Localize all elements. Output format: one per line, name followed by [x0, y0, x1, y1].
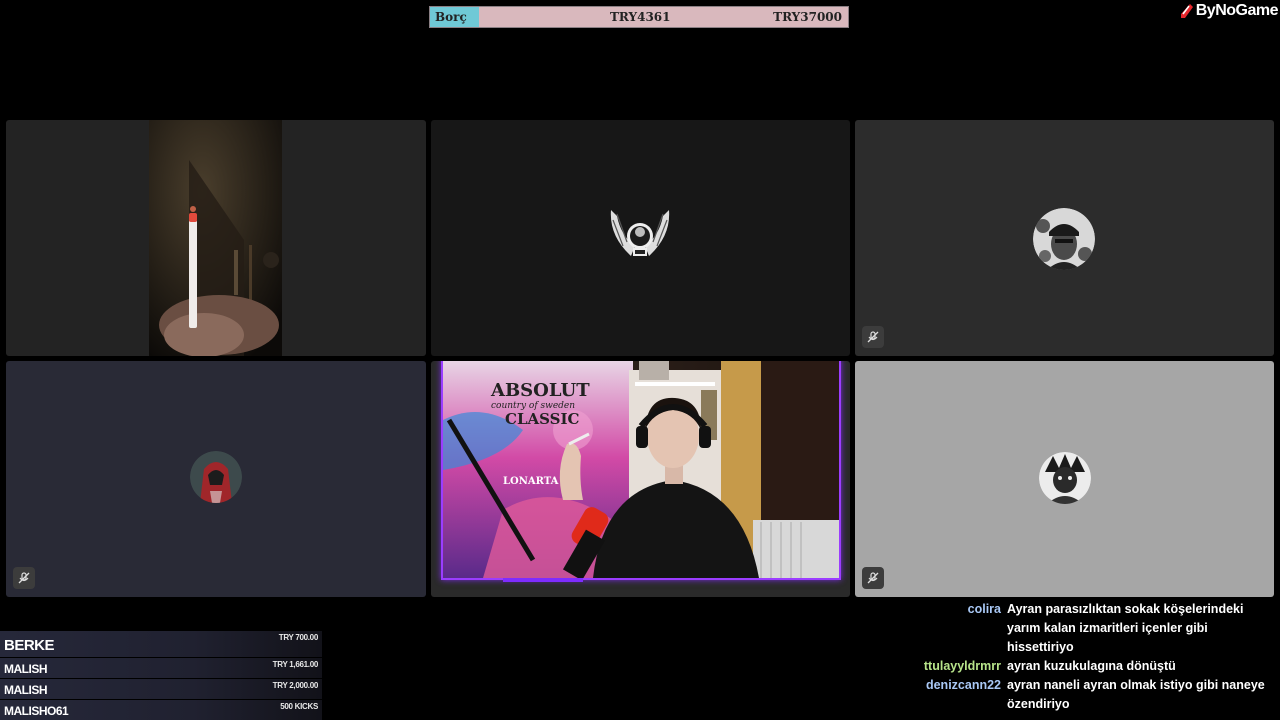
bynogame-logo: ByNoGame — [1180, 2, 1279, 20]
goal-label: Borç — [435, 10, 467, 24]
participant-tile-4[interactable] — [6, 361, 426, 597]
poster-text-3: CLASSIC — [505, 410, 579, 428]
chat-text: ayran naneli ayran olmak istiyo gibi nan… — [1007, 678, 1265, 711]
mic-muted-icon — [867, 572, 879, 584]
frame-accent-bottom — [503, 578, 583, 582]
anime-character-avatar — [1039, 452, 1091, 504]
chat-text: ayran kuzukulagına dönüştü — [1007, 659, 1176, 673]
donor-name: MALISHO61 — [4, 704, 69, 718]
mic-muted-button[interactable] — [862, 326, 884, 348]
participant-tile-3[interactable] — [855, 120, 1274, 356]
donation-row: BERKE TRY 700.00 — [0, 631, 322, 657]
debt-goal-bar: Borç TRY4361 TRY37000 — [429, 6, 849, 28]
winged-skull-avatar — [610, 210, 670, 256]
donor-name: BERKE — [4, 637, 55, 654]
mic-muted-icon — [18, 572, 30, 584]
mic-muted-button[interactable] — [13, 567, 35, 589]
donation-row: MALISHO61 500 KICKS — [0, 700, 322, 720]
mic-muted-icon — [867, 331, 879, 343]
chat-overlay: colira Ayran parasızlıktan sokak köşeler… — [900, 600, 1280, 714]
streamer-camera-frame: ABSOLUT country of sweden CLASSIC LONART… — [441, 361, 841, 582]
hooded-assassin-avatar — [190, 451, 242, 503]
donor-name: MALISH — [4, 683, 48, 697]
poster-text-1: ABSOLUT — [490, 380, 590, 401]
capped-man-avatar — [1033, 208, 1095, 270]
participant-camera-video — [149, 120, 282, 356]
chat-message: denizcann22 ayran naneli ayran olmak ist… — [900, 676, 1280, 714]
chat-username: denizcann22 — [925, 678, 1001, 692]
participant-tile-6[interactable] — [855, 361, 1274, 597]
mic-muted-button[interactable] — [862, 567, 884, 589]
donation-row: MALISH TRY 1,661.00 — [0, 658, 322, 678]
donation-amount: TRY 1,661.00 — [272, 660, 319, 669]
donation-amount: TRY 700.00 — [278, 633, 319, 642]
chat-username: colira — [967, 602, 1001, 616]
poster-text-4: LONARTA — [503, 476, 559, 487]
donation-amount: TRY 2,000.00 — [272, 681, 319, 690]
donation-amount: 500 KICKS — [280, 702, 318, 711]
chat-message: ttulayyldrmrr ayran kuzukulagına dönüştü — [900, 657, 1280, 676]
goal-target-amount: TRY37000 — [773, 10, 842, 24]
chat-username: ttulayyldrmrr — [923, 659, 1001, 673]
streamer-video: ABSOLUT country of sweden CLASSIC LONART… — [443, 361, 839, 578]
chat-text: Ayran parasızlıktan sokak köşelerindeki … — [1007, 602, 1244, 654]
chat-message: colira Ayran parasızlıktan sokak köşeler… — [900, 600, 1280, 657]
participant-tile-1[interactable] — [6, 120, 426, 356]
brand-name: ByNoGame — [1195, 2, 1279, 19]
donation-row: MALISH TRY 2,000.00 — [0, 679, 322, 699]
participant-tile-2[interactable] — [431, 120, 850, 356]
donation-list: BERKE TRY 700.00 MALISH TRY 1,661.00 MAL… — [0, 631, 322, 720]
participant-tile-5-streamer[interactable]: ABSOLUT country of sweden CLASSIC LONART… — [431, 361, 850, 597]
bynogame-logo-icon — [1180, 4, 1193, 18]
donor-name: MALISH — [4, 662, 48, 676]
goal-current-amount: TRY4361 — [610, 10, 671, 24]
